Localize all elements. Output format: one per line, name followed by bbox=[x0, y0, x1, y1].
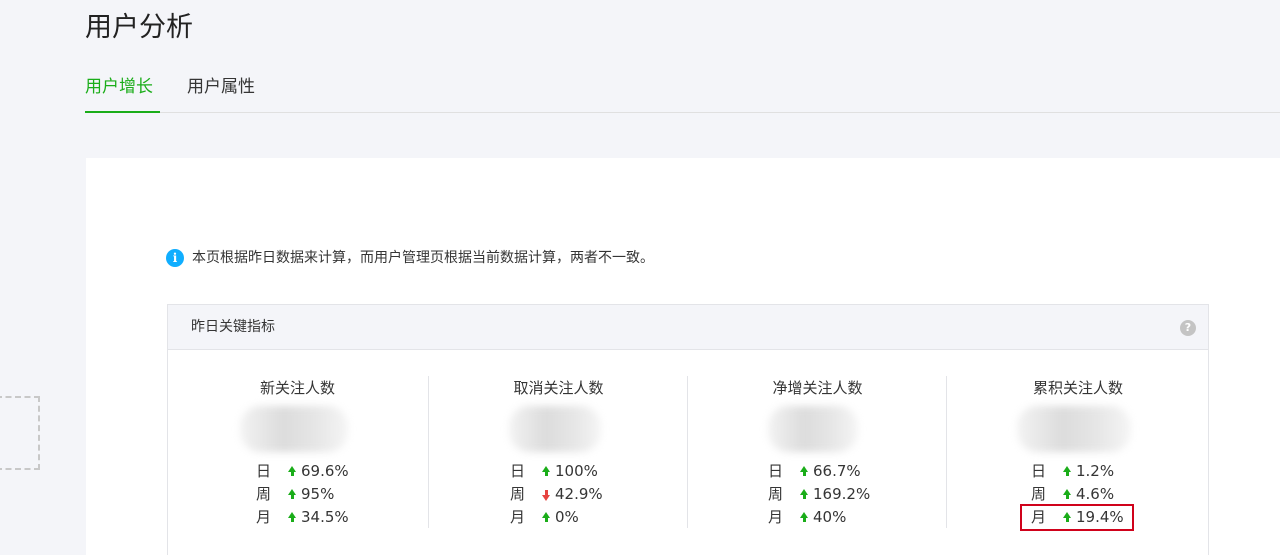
trend-row-day: 日 69.6% bbox=[256, 460, 349, 483]
arrow-up-icon bbox=[542, 511, 550, 522]
notice-text: 本页根据昨日数据来计算，而用户管理页根据当前数据计算，两者不一致。 bbox=[192, 250, 654, 266]
metric-label: 净增关注人数 bbox=[772, 379, 863, 397]
trend-value: 40% bbox=[813, 508, 847, 526]
trend-row-day: 日 100% bbox=[510, 460, 598, 483]
panel-title: 昨日关键指标 bbox=[191, 319, 275, 335]
trend-value: 42.9% bbox=[555, 485, 603, 503]
content-card: i 本页根据昨日数据来计算，而用户管理页根据当前数据计算，两者不一致。 昨日关键… bbox=[86, 158, 1280, 555]
metric-new-followers: 新关注人数 日 69.6% 周 95% 月 34.5% bbox=[168, 376, 427, 528]
info-icon: i bbox=[166, 249, 184, 267]
trend-row-week: 周 4.6% bbox=[1031, 483, 1114, 506]
arrow-up-icon bbox=[542, 465, 550, 476]
trend-period: 日 bbox=[1031, 462, 1047, 480]
trend-period: 月 bbox=[768, 508, 784, 526]
arrow-up-icon bbox=[288, 488, 296, 499]
tab-user-attributes[interactable]: 用户属性 bbox=[187, 72, 255, 111]
metric-label: 累积关注人数 bbox=[1032, 379, 1123, 397]
trend-period: 周 bbox=[768, 485, 784, 503]
user-analysis-page: 用户分析 用户增长 用户属性 i 本页根据昨日数据来计算，而用户管理页根据当前数… bbox=[0, 0, 1280, 555]
trend-value: 66.7% bbox=[813, 462, 861, 480]
arrow-down-icon bbox=[542, 489, 550, 501]
arrow-up-icon bbox=[800, 488, 808, 499]
trend-row-month: 月 34.5% bbox=[256, 506, 349, 529]
trend-row-week: 周 42.9% bbox=[510, 483, 603, 506]
question-icon[interactable]: ? bbox=[1180, 320, 1196, 336]
metric-value-redacted bbox=[768, 406, 858, 452]
metric-unfollowers: 取消关注人数 日 100% 周 42.9% 月 0% bbox=[428, 376, 688, 528]
panel-header: 昨日关键指标 ? bbox=[168, 305, 1208, 350]
trend-row-week: 周 169.2% bbox=[768, 483, 870, 506]
trend-row-day: 日 1.2% bbox=[1031, 460, 1114, 483]
arrow-up-icon bbox=[1063, 488, 1071, 499]
trend-period: 月 bbox=[256, 508, 272, 526]
arrow-up-icon bbox=[800, 511, 808, 522]
arrow-up-icon bbox=[1063, 465, 1071, 476]
trend-value: 1.2% bbox=[1076, 462, 1115, 480]
tab-bar: 用户增长 用户属性 bbox=[85, 72, 1280, 113]
arrow-up-icon bbox=[288, 465, 296, 476]
trend-row-month: 月 40% bbox=[768, 506, 846, 529]
trend-period: 周 bbox=[1031, 485, 1047, 503]
tab-user-growth[interactable]: 用户增长 bbox=[85, 72, 160, 113]
metric-value-redacted bbox=[509, 406, 601, 452]
metric-total-followers: 累积关注人数 日 1.2% 周 4.6% 月 19.4% bbox=[946, 376, 1209, 531]
trend-period: 日 bbox=[256, 462, 272, 480]
trend-period: 周 bbox=[256, 485, 272, 503]
trend-period: 月 bbox=[510, 508, 526, 526]
trend-value: 0% bbox=[555, 508, 579, 526]
highlight-box bbox=[1020, 504, 1134, 531]
notice-bar: i 本页根据昨日数据来计算，而用户管理页根据当前数据计算，两者不一致。 bbox=[166, 248, 654, 268]
trend-value: 4.6% bbox=[1076, 485, 1115, 503]
arrow-up-icon bbox=[288, 511, 296, 522]
arrow-up-icon bbox=[800, 465, 808, 476]
trend-value: 34.5% bbox=[301, 508, 349, 526]
dashed-placeholder bbox=[0, 396, 40, 470]
trend-period: 日 bbox=[768, 462, 784, 480]
trend-value: 95% bbox=[301, 485, 335, 503]
trend-value: 69.6% bbox=[301, 462, 349, 480]
trend-period: 日 bbox=[510, 462, 526, 480]
trend-period: 周 bbox=[510, 485, 526, 503]
trend-row-week: 周 95% bbox=[256, 483, 334, 506]
metric-value-redacted bbox=[1017, 406, 1131, 452]
metric-label: 取消关注人数 bbox=[513, 379, 604, 397]
trend-row-day: 日 66.7% bbox=[768, 460, 861, 483]
metric-label: 新关注人数 bbox=[259, 379, 335, 397]
page-title: 用户分析 bbox=[85, 12, 193, 43]
trend-row-month: 月 0% bbox=[510, 506, 579, 529]
metric-value-redacted bbox=[240, 406, 348, 452]
trend-value: 169.2% bbox=[813, 485, 871, 503]
key-metrics-panel: 昨日关键指标 ? 新关注人数 日 69.6% 周 95% 月 34.5% 取消关… bbox=[167, 304, 1209, 555]
metric-columns: 新关注人数 日 69.6% 周 95% 月 34.5% 取消关注人数 日 100… bbox=[168, 350, 1208, 555]
metric-net-followers: 净增关注人数 日 66.7% 周 169.2% 月 40% bbox=[687, 376, 947, 528]
trend-value: 100% bbox=[555, 462, 598, 480]
